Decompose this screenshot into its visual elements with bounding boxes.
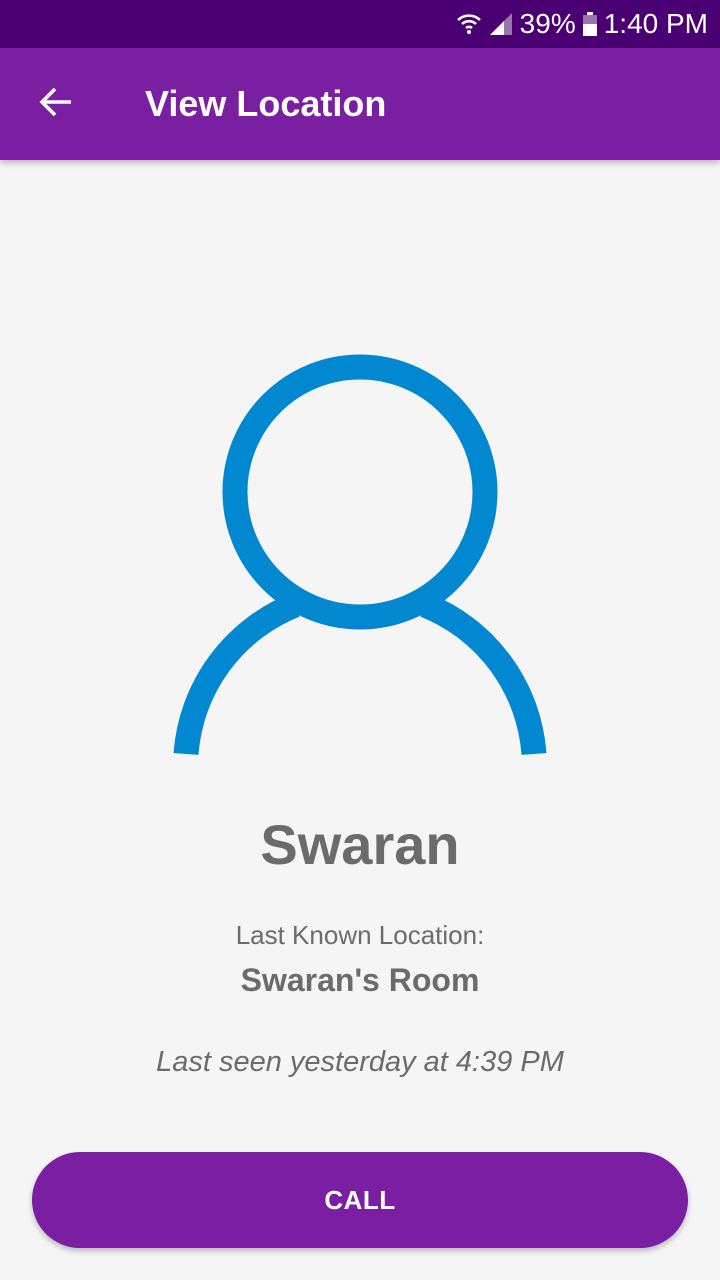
location-value: Swaran's Room (240, 962, 480, 998)
location-label: Last Known Location: (235, 920, 485, 950)
page-title: View Location (145, 83, 387, 124)
wifi-icon (456, 11, 482, 37)
call-button[interactable]: CALL (32, 1152, 688, 1248)
person-outline-icon (170, 350, 550, 760)
view-location-screen: 39% 1:40 PM View Location Swaran Last Kn… (0, 0, 720, 1280)
call-button-label: CALL (324, 1184, 396, 1215)
app-bar: View Location (0, 48, 720, 160)
last-seen-text: Last seen yesterday at 4:39 PM (156, 1046, 564, 1078)
back-button[interactable] (24, 72, 88, 136)
arrow-back-icon (38, 84, 74, 125)
signal-icon (488, 11, 514, 37)
clock: 1:40 PM (603, 8, 708, 39)
status-bar: 39% 1:40 PM (0, 0, 720, 48)
battery-percent: 39% (519, 8, 576, 39)
battery-icon (582, 11, 598, 37)
status-icons: 39% 1:40 PM (456, 0, 708, 48)
contact-name: Swaran (260, 813, 460, 876)
